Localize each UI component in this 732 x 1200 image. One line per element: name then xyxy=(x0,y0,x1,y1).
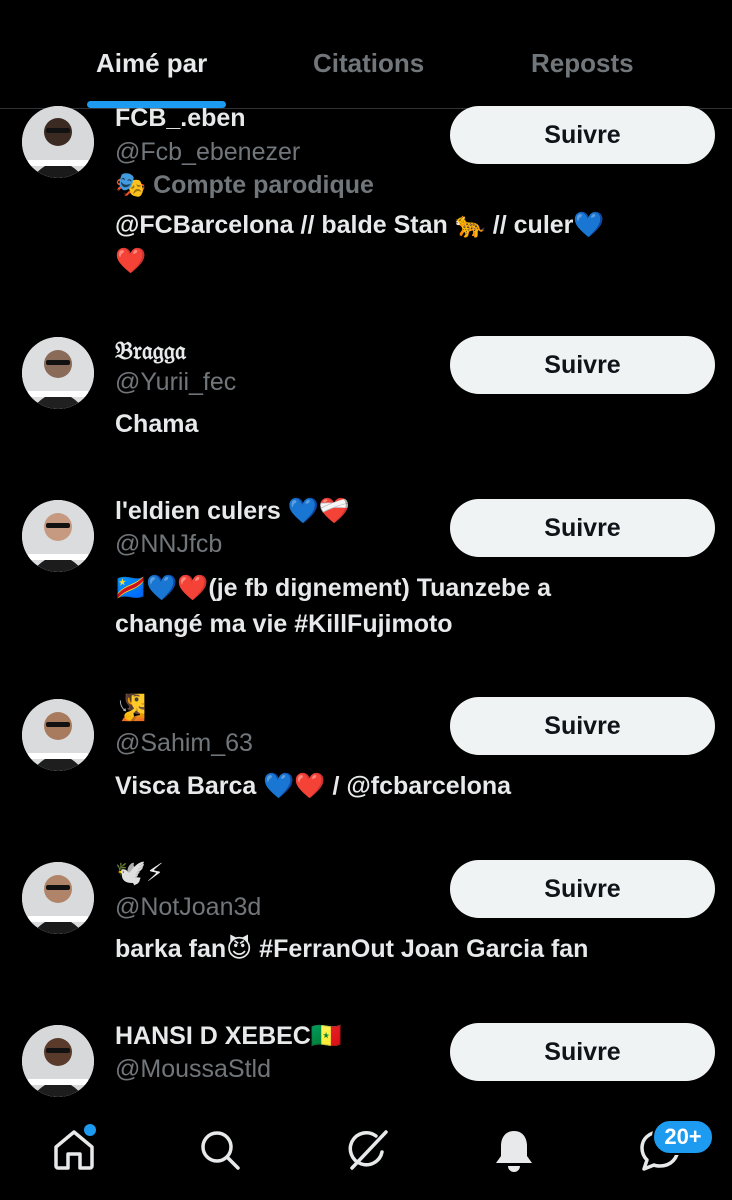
follow-button[interactable]: Suivre xyxy=(450,106,715,164)
user-display-name[interactable]: 🧏 xyxy=(115,694,146,723)
user-handle[interactable]: @NNJfcb xyxy=(115,530,222,559)
user-bio: 🇨🇩💙❤️(je fb dignement) Tuanzebe a changé… xyxy=(115,570,695,642)
tab-bar: Aimé par Citations Reposts xyxy=(0,0,732,109)
follow-button[interactable]: Suivre xyxy=(450,860,715,918)
user-display-name[interactable]: FCB_.eben xyxy=(115,104,246,133)
user-bio: barka fan😈 #FerranOut Joan Garcia fan xyxy=(115,931,695,967)
user-bio: Chama xyxy=(115,406,695,442)
user-display-name[interactable]: 𝔅𝔯𝔞𝔤𝔤𝔞 xyxy=(115,337,186,366)
tab-quotes[interactable]: Citations xyxy=(313,48,424,79)
user-handle[interactable]: @MoussaStld xyxy=(115,1055,271,1084)
avatar[interactable] xyxy=(22,699,94,771)
bio-line: @FCBarcelona // balde Stan 🐆 // culer💙 xyxy=(115,211,605,239)
home-notification-dot xyxy=(84,1124,96,1136)
follow-button[interactable]: Suivre xyxy=(450,697,715,755)
avatar[interactable] xyxy=(22,337,94,409)
bio-line: ❤️ xyxy=(115,247,147,275)
user-display-name[interactable]: 🕊️⚡ xyxy=(115,858,164,888)
tab-liked-by[interactable]: Aimé par xyxy=(96,48,207,79)
follow-button[interactable]: Suivre xyxy=(450,1023,715,1081)
parody-badge: 🎭 Compte parodique xyxy=(115,171,374,199)
avatar[interactable] xyxy=(22,862,94,934)
notifications-icon[interactable] xyxy=(490,1126,538,1174)
bio-line: 🇨🇩💙❤️(je fb dignement) Tuanzebe a xyxy=(115,574,551,602)
user-handle[interactable]: @Fcb_ebenezer xyxy=(115,138,300,167)
bio-line: barka fan😈 #FerranOut Joan Garcia fan xyxy=(115,935,589,963)
bio-line: Visca Barca 💙❤️ / @fcbarcelona xyxy=(115,772,512,800)
user-display-name[interactable]: HANSI D XEBEC🇸🇳 xyxy=(115,1022,342,1051)
avatar[interactable] xyxy=(22,1025,94,1097)
user-display-name[interactable]: l'eldien culers 💙❤️‍🩹 xyxy=(115,497,350,526)
user-handle[interactable]: @Yurii_fec xyxy=(115,368,236,397)
follow-button[interactable]: Suivre xyxy=(450,336,715,394)
bio-line: changé ma vie #KillFujimoto xyxy=(115,610,453,638)
follow-button[interactable]: Suivre xyxy=(450,499,715,557)
grok-icon[interactable] xyxy=(342,1126,390,1174)
user-bio: Visca Barca 💙❤️ / @fcbarcelona xyxy=(115,768,695,804)
avatar[interactable] xyxy=(22,500,94,572)
bio-line: Chama xyxy=(115,410,199,438)
avatar[interactable] xyxy=(22,106,94,178)
search-icon[interactable] xyxy=(196,1126,244,1174)
user-handle[interactable]: @Sahim_63 xyxy=(115,729,253,758)
messages-count-badge: 20+ xyxy=(652,1119,714,1155)
user-bio: @FCBarcelona // balde Stan 🐆 // culer💙 ❤… xyxy=(115,207,695,279)
tab-reposts[interactable]: Reposts xyxy=(531,48,634,79)
bottom-nav xyxy=(0,1100,732,1200)
user-handle[interactable]: @NotJoan3d xyxy=(115,893,261,922)
